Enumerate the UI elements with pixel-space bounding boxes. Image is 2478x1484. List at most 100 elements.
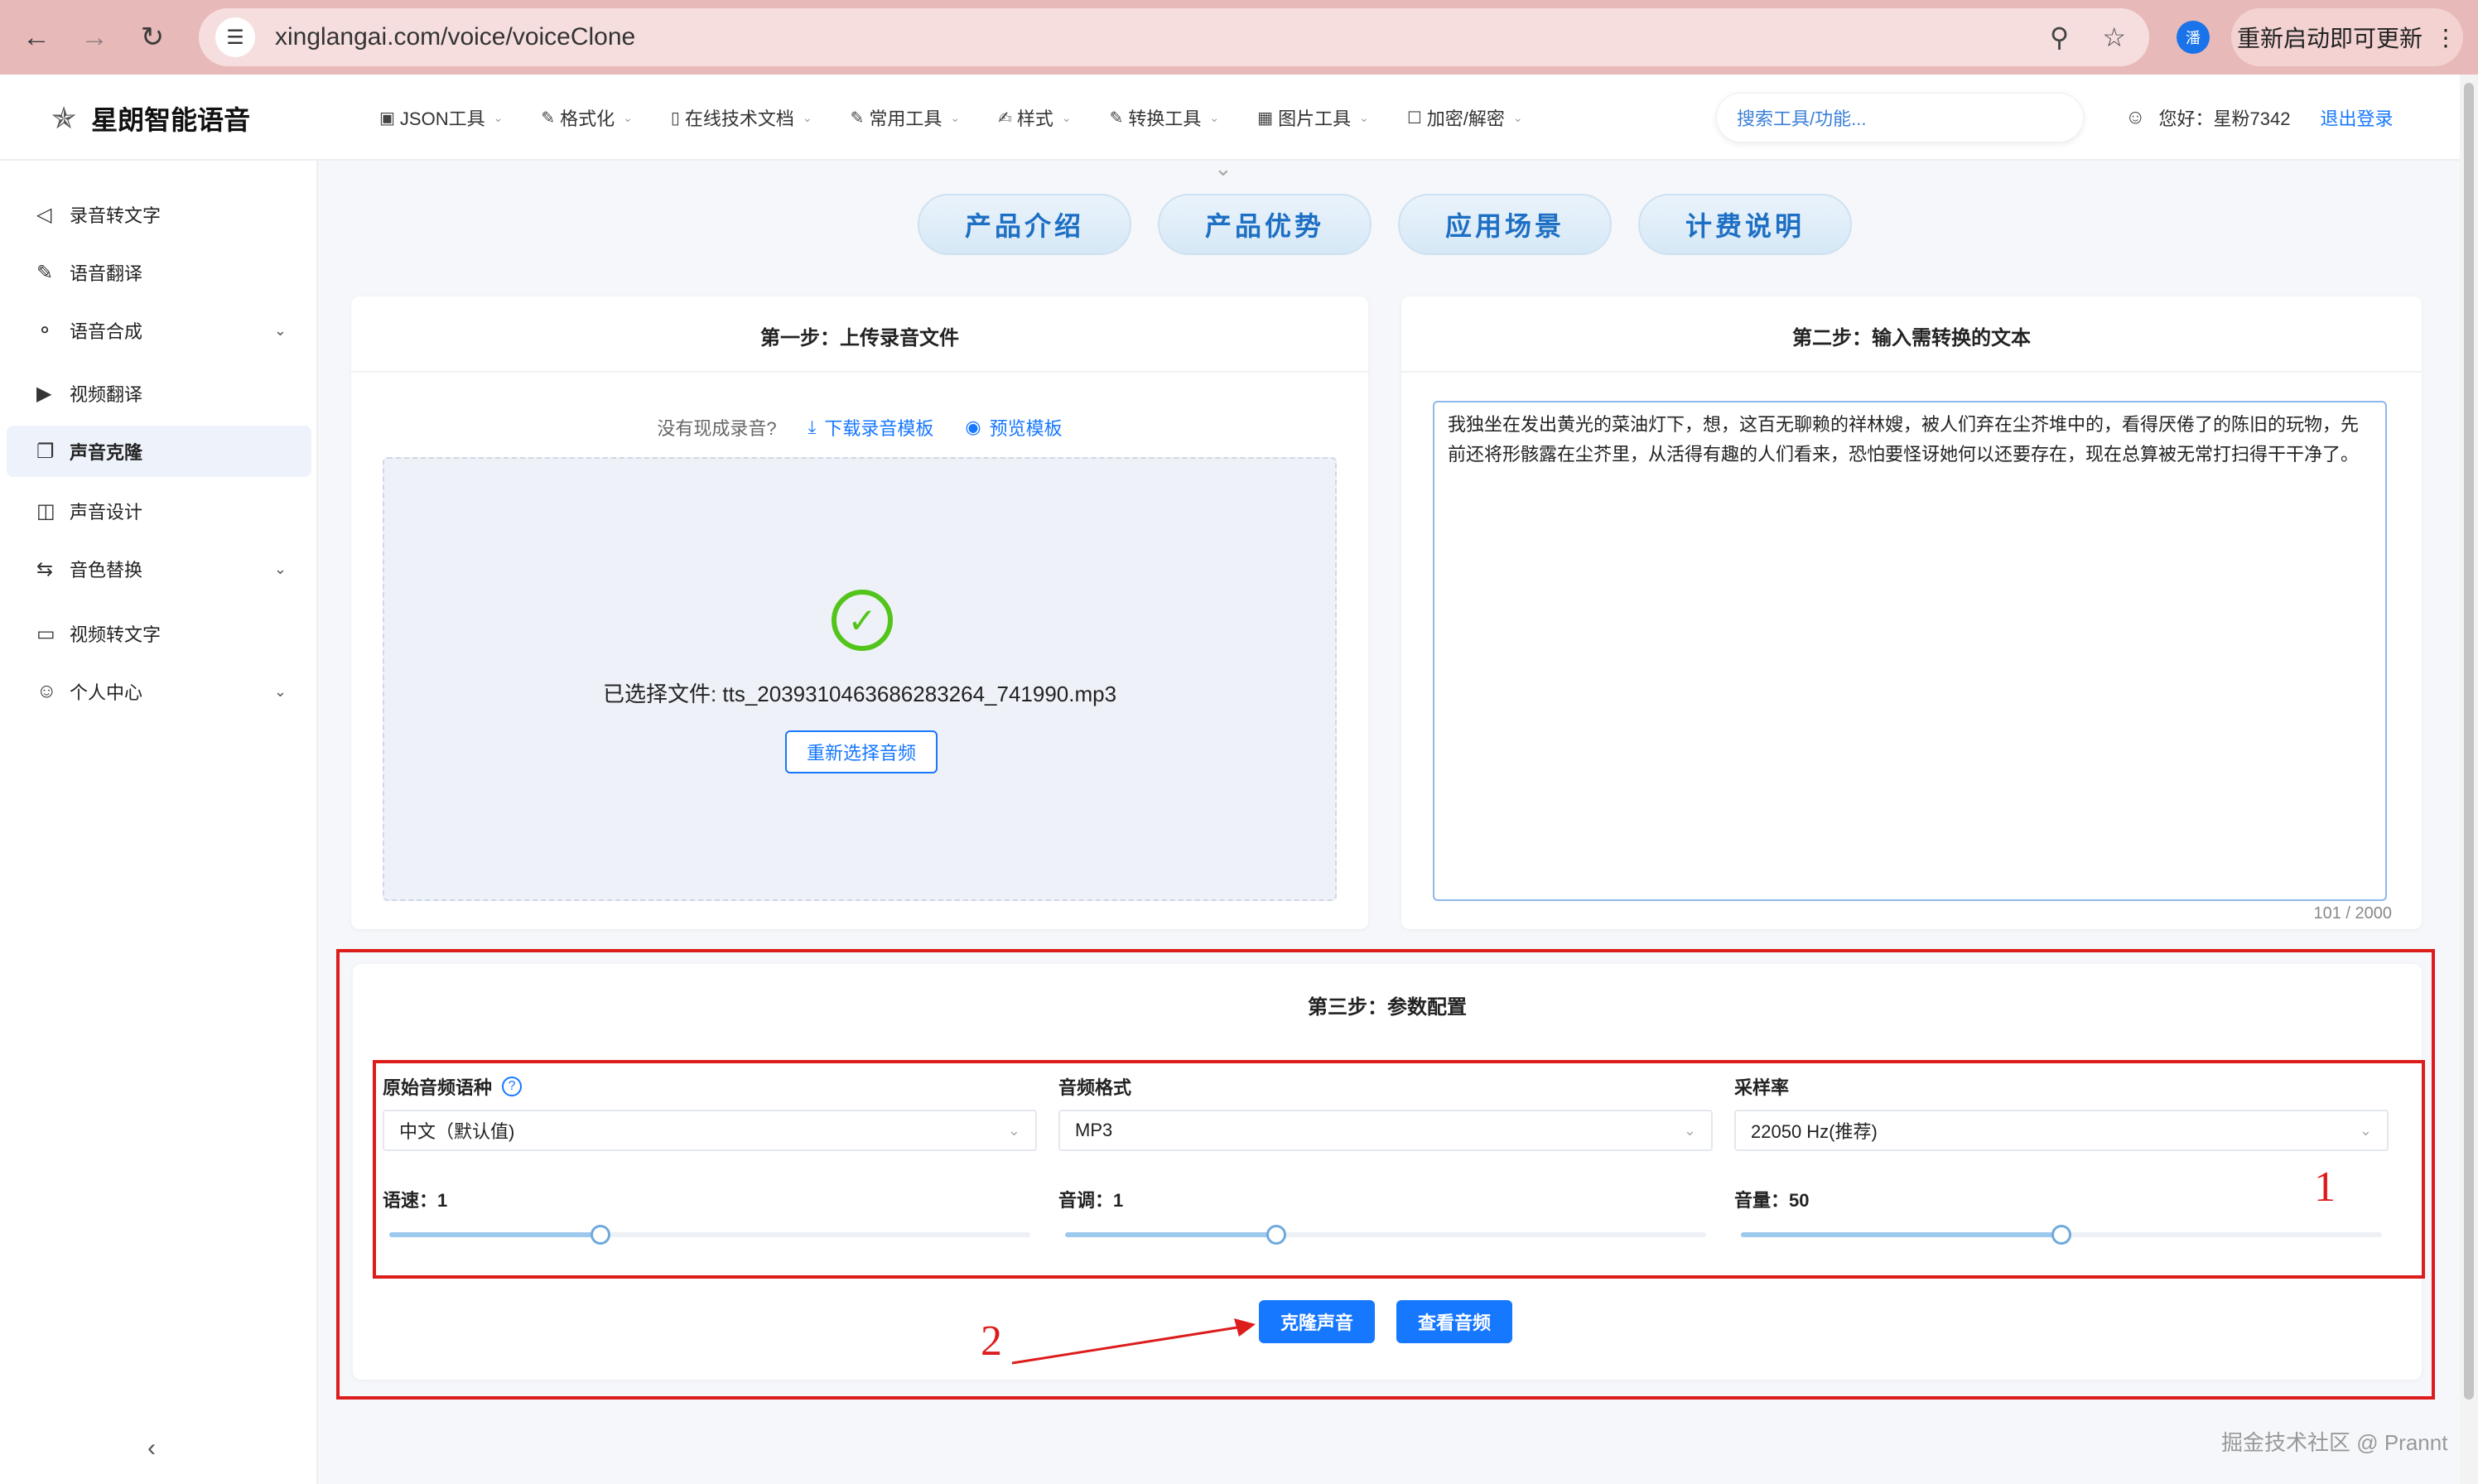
edit-icon: ✎ xyxy=(541,108,556,128)
reload-icon[interactable]: ↻ xyxy=(128,12,177,62)
nav-label: 转换工具 xyxy=(1128,108,1202,129)
card-divider xyxy=(1401,371,2422,373)
search-input[interactable]: 搜索工具/功能... xyxy=(1716,93,2084,142)
nav-label: 格式化 xyxy=(560,108,615,129)
chevron-down-icon: ⌄ xyxy=(273,682,287,700)
char-counter: 101 / 2000 xyxy=(2313,904,2392,923)
nav-label: 在线技术文档 xyxy=(684,108,794,129)
update-button[interactable]: 重新启动即可更新 ⋮ xyxy=(2231,8,2463,66)
sidebar-item-label: 声音设计 xyxy=(70,502,143,523)
nav-image-tools[interactable]: ▦ 图片工具 ⌄ xyxy=(1257,104,1369,131)
text-input[interactable]: 我独坐在发出黄光的菜油灯下，想，这百无聊赖的祥林嫂，被人们弃在尘芥堆中的，看得厌… xyxy=(1433,401,2387,901)
sidebar-item-label: 语音合成 xyxy=(70,321,143,342)
sidebar-item-video-to-text[interactable]: ▭ 视频转文字 xyxy=(7,608,311,659)
bookmark-star-icon[interactable]: ☆ xyxy=(2102,22,2126,53)
sidebar-item-speech-to-text[interactable]: ◁ 录音转文字 xyxy=(7,189,311,240)
success-check-icon: ✓ xyxy=(832,590,893,651)
nav-styles[interactable]: ✍ 样式 ⌄ xyxy=(998,104,1072,131)
sidebar-item-voice-clone[interactable]: ❐ 声音克隆 xyxy=(7,426,311,477)
tab-product-intro[interactable]: 产品介绍 xyxy=(918,194,1131,255)
sidebar-item-speech-translate[interactable]: ✎ 语音翻译 xyxy=(7,247,311,298)
preview-template-link[interactable]: ◉ 预览模板 xyxy=(965,414,1062,441)
upload-dropzone[interactable]: ✓ 已选择文件: tts_2039310463686283264_741990.… xyxy=(383,457,1337,901)
nav-format[interactable]: ✎ 格式化 ⌄ xyxy=(541,104,633,131)
annotation-box-inner xyxy=(373,1060,2425,1279)
user-greeting: 您好：星粉7342 xyxy=(2158,108,2291,129)
video-play-icon: ▶ xyxy=(36,382,52,405)
nav-label: 加密/解密 xyxy=(1426,108,1505,129)
text-card: 第二步：输入需转换的文本 我独坐在发出黄光的菜油灯下，想，这百无聊赖的祥林嫂，被… xyxy=(1401,296,2422,929)
tab-pricing[interactable]: 计费说明 xyxy=(1638,194,1852,255)
chevron-down-icon: ⌄ xyxy=(273,321,287,339)
forward-icon[interactable]: → xyxy=(70,12,119,62)
selected-file-text: 已选择文件: tts_2039310463686283264_741990.mp… xyxy=(602,682,1117,706)
sidebar-item-tts[interactable]: ⚬ 语音合成 ⌄ xyxy=(7,305,311,356)
microphone-icon: ⚬ xyxy=(36,319,54,342)
translate-icon: ✎ xyxy=(36,261,54,284)
sidebar-item-label: 音色替换 xyxy=(70,560,143,581)
chevron-down-icon: ⌄ xyxy=(1512,110,1523,124)
address-bar[interactable]: ☰ xinglangai.com/voice/voiceClone ⚲ ☆ xyxy=(199,8,2149,66)
nav-encrypt[interactable]: ☐ 加密/解密 ⌄ xyxy=(1407,104,1523,131)
sidebar-item-voice-swap[interactable]: ⇆ 音色替换 ⌄ xyxy=(7,543,311,595)
step1-title: 第一步：上传录音文件 xyxy=(760,327,959,349)
user-icon: ☺ xyxy=(36,680,57,702)
sidebar-item-label: 语音翻译 xyxy=(70,263,143,284)
edit-icon: ✎ xyxy=(850,108,865,128)
update-label: 重新启动即可更新 xyxy=(2236,26,2423,51)
document-icon: ▯ xyxy=(670,108,680,128)
chevron-down-icon: ⌄ xyxy=(1209,110,1220,124)
image-icon: ▦ xyxy=(1257,108,1274,128)
tab-product-advantages[interactable]: 产品优势 xyxy=(1158,194,1372,255)
chevron-down-icon: ⌄ xyxy=(493,110,504,124)
scrollbar-thumb[interactable] xyxy=(2464,83,2474,1400)
user-area: ☺ 您好：星粉7342 退出登录 xyxy=(2125,75,2393,161)
sidebar-item-profile[interactable]: ☺ 个人中心 ⌄ xyxy=(7,666,311,717)
chevron-down-icon: ⌄ xyxy=(623,110,633,124)
edit-icon: ✎ xyxy=(1109,108,1124,128)
nav-label: 图片工具 xyxy=(1278,108,1352,129)
card-divider xyxy=(351,371,1368,373)
swap-icon: ⇆ xyxy=(36,557,54,581)
sidebar-item-label: 声音克隆 xyxy=(70,442,143,463)
user-icon: ☺ xyxy=(2125,106,2146,128)
star-logo-icon: ✯ xyxy=(51,101,77,135)
annotation-marker-1: 1 xyxy=(2314,1164,2336,1211)
sidebar-item-label: 视频翻译 xyxy=(70,384,143,405)
brand-name: 星朗智能语音 xyxy=(91,105,251,135)
reselect-audio-button[interactable]: 重新选择音频 xyxy=(785,730,938,773)
back-icon[interactable]: ← xyxy=(12,12,61,62)
nav-common-tools[interactable]: ✎ 常用工具 ⌄ xyxy=(851,104,961,131)
no-recording-text: 没有现成录音? xyxy=(657,418,777,439)
logout-link[interactable]: 退出登录 xyxy=(2320,104,2393,131)
tab-use-cases[interactable]: 应用场景 xyxy=(1398,194,1612,255)
download-icon: ⤓ xyxy=(808,417,817,437)
nav-tech-docs[interactable]: ▯ 在线技术文档 ⌄ xyxy=(671,104,812,131)
sidebar-item-video-translate[interactable]: ▶ 视频翻译 xyxy=(7,368,311,419)
brand-logo[interactable]: ✯ 星朗智能语音 xyxy=(51,99,250,137)
chevron-down-icon: ⌄ xyxy=(802,110,812,124)
url-text[interactable]: xinglangai.com/voice/voiceClone xyxy=(275,23,635,51)
nav-json-tools[interactable]: ▣ JSON工具 ⌄ xyxy=(379,104,503,131)
sidebar-item-label: 录音转文字 xyxy=(70,205,162,226)
zoom-icon[interactable]: ⚲ xyxy=(2050,22,2069,53)
lock-icon: ☐ xyxy=(1406,108,1422,128)
nav-convert-tools[interactable]: ✎ 转换工具 ⌄ xyxy=(1110,104,1220,131)
menu-kebab-icon: ⋮ xyxy=(2434,24,2457,51)
watermark: 掘金技术社区 @ Prannt xyxy=(2221,1430,2448,1455)
sidebar-item-voice-design[interactable]: ◫ 声音设计 xyxy=(7,485,311,537)
site-settings-icon[interactable]: ☰ xyxy=(215,17,255,57)
chevron-down-icon[interactable]: ⌄ xyxy=(1214,156,1232,181)
design-icon: ◫ xyxy=(36,499,55,523)
video-icon: ▭ xyxy=(36,622,55,645)
collapse-sidebar-icon[interactable]: ‹ xyxy=(147,1434,156,1462)
top-nav: ▣ JSON工具 ⌄ ✎ 格式化 ⌄ ▯ 在线技术文档 ⌄ ✎ 常用工具 ⌄ ✍… xyxy=(379,75,1561,161)
chevron-down-icon: ⌄ xyxy=(1061,110,1072,124)
nav-label: 常用工具 xyxy=(869,108,943,129)
copy-icon: ❐ xyxy=(36,440,55,463)
page-scrollbar[interactable] xyxy=(2460,75,2478,1484)
download-template-link[interactable]: ⤓ 下载录音模板 xyxy=(808,414,934,441)
sidebar-item-label: 个人中心 xyxy=(70,682,143,703)
chevron-down-icon: ⌄ xyxy=(273,560,287,577)
profile-avatar[interactable]: 潘 xyxy=(2177,21,2210,54)
